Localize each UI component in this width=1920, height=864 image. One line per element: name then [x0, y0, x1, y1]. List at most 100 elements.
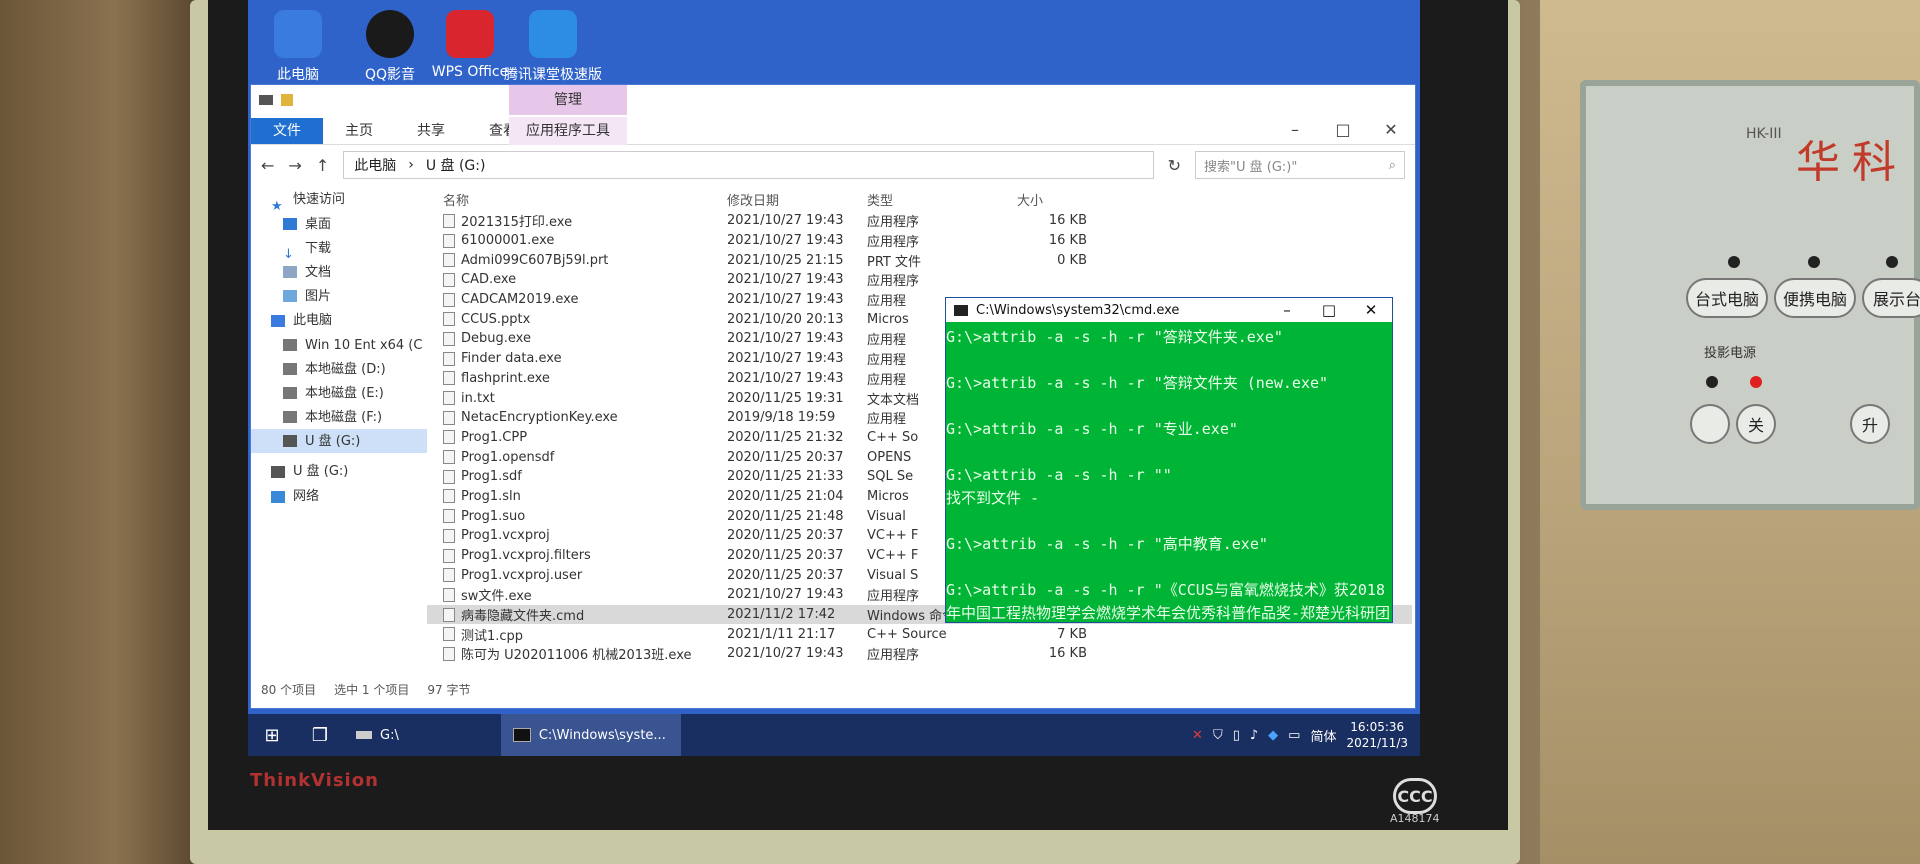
file-name: Admi099C607Bj59l.prt [461, 252, 609, 268]
tab-application-tools[interactable]: 应用程序工具 [509, 117, 627, 145]
wall-control-panel: HK-III 华科 台式电脑 便携电脑 展示台 投影电源 关 升 [1580, 80, 1920, 510]
nav-network[interactable]: 网络 [251, 484, 427, 509]
ime-indicator[interactable]: 简体 [1310, 726, 1336, 745]
file-size: 16 KB [1048, 213, 1087, 229]
forward-icon[interactable]: → [288, 156, 301, 175]
column-date[interactable]: 修改日期 [727, 190, 867, 209]
maximize-icon[interactable]: □ [1308, 301, 1350, 319]
breadcrumb-this-pc[interactable]: 此电脑 [354, 155, 396, 175]
panel-laptop-button[interactable]: 便携电脑 [1774, 278, 1856, 318]
file-row[interactable]: 测试1.cpp 2021/1/11 21:17 C++ Source 7 KB [427, 624, 1412, 644]
nav-downloads[interactable]: ↓ 下载 [251, 236, 427, 263]
nav-drive-d[interactable]: 本地磁盘 (D:) [251, 357, 427, 381]
file-date: 2021/10/27 19:43 [727, 292, 844, 308]
close-icon[interactable]: ✕ [1350, 301, 1392, 319]
nav-documents[interactable]: 文档 [251, 260, 427, 284]
column-type[interactable]: 类型 [867, 190, 1017, 209]
clock-date: 2021/11/3 [1346, 736, 1408, 750]
file-size: 16 KB [1048, 233, 1087, 249]
file-icon [443, 272, 455, 287]
refresh-icon[interactable]: ↻ [1168, 156, 1181, 175]
nav-usb-drive-g[interactable]: U 盘 (G:) [251, 429, 427, 453]
maximize-icon[interactable]: □ [1319, 115, 1367, 145]
clock[interactable]: 16:05:36 2021/11/3 [1346, 719, 1408, 751]
file-row[interactable]: Admi099C607Bj59l.prt 2021/10/25 21:15 PRT … [427, 250, 1412, 270]
desktop-icon-label: 腾讯课堂极速版 [504, 67, 602, 83]
up-icon[interactable]: ↑ [316, 156, 329, 175]
search-input[interactable]: 搜索"U 盘 (G:)" ⌕ [1195, 151, 1405, 179]
file-type: 应用程序 [867, 235, 920, 251]
file-size: 0 KB [1057, 252, 1087, 268]
minimize-icon[interactable]: – [1271, 115, 1319, 145]
nav-quick-access[interactable]: ★ 快速访问 [251, 187, 427, 214]
file-date: 2020/11/25 20:37 [727, 548, 844, 564]
drive-icon [283, 387, 297, 399]
nav-desktop[interactable]: 桌面 [251, 212, 427, 236]
taskbar-explorer[interactable]: G:\ [344, 714, 411, 756]
file-name: Finder data.exe [461, 351, 562, 367]
file-date: 2021/10/27 19:43 [727, 213, 844, 229]
drive-icon [283, 363, 297, 375]
file-name: 2021315打印.exe [461, 215, 573, 231]
back-icon[interactable]: ← [261, 156, 274, 175]
file-name-cell: CAD.exe [427, 272, 727, 287]
task-view-button[interactable]: ❐ [296, 714, 344, 756]
taskbar-cmd[interactable]: C:\Windows\syste... [500, 714, 681, 756]
file-name-cell: Prog1.sdf [427, 469, 727, 484]
file-icon [443, 528, 455, 543]
file-row[interactable]: 61000001.exe 2021/10/27 19:43 应用程序 16 KB [427, 231, 1412, 251]
nav-drive-f[interactable]: 本地磁盘 (F:) [251, 405, 427, 429]
breadcrumb-usb-drive[interactable]: U 盘 (G:) [426, 155, 486, 175]
volume-icon[interactable]: ♪ [1250, 728, 1258, 743]
network-warning-icon[interactable]: ✕ [1192, 728, 1203, 743]
cmd-line: G:\>attrib -a -s -h -r "答辩文件夹.exe" [946, 328, 1283, 346]
file-row[interactable]: 2021315打印.exe 2021/10/27 19:43 应用程序 16 KB [427, 211, 1412, 231]
panel-logo: HK-III [1746, 126, 1782, 142]
tab-home[interactable]: 主页 [323, 118, 395, 144]
lift-up-button[interactable]: 升 [1850, 404, 1890, 444]
file-date: 2020/11/25 21:33 [727, 469, 844, 485]
desktop-icon-this-pc[interactable]: 此电脑 [248, 10, 348, 84]
nav-pictures[interactable]: 图片 [251, 284, 427, 308]
chevron-right-icon: › [408, 157, 414, 173]
cmd-titlebar[interactable]: C:\Windows\system32\cmd.exe – □ ✕ [946, 298, 1392, 322]
column-name[interactable]: 名称 [427, 190, 727, 209]
close-icon[interactable]: ✕ [1367, 115, 1415, 145]
panel-desktop-button[interactable]: 台式电脑 [1686, 278, 1768, 318]
folder-icon[interactable] [281, 94, 293, 106]
panel-showcase-button[interactable]: 展示台 [1862, 278, 1920, 318]
nav-usb-drive-root[interactable]: U 盘 (G:) [251, 459, 427, 484]
file-date: 2020/11/25 21:32 [727, 429, 844, 445]
nav-label: 本地磁盘 (E:) [305, 385, 384, 401]
desktop-icon-tencent-class[interactable]: 腾讯课堂极速版 [503, 10, 603, 84]
file-name-cell: flashprint.exe [427, 371, 727, 386]
power-on-button[interactable] [1690, 404, 1730, 444]
address-bar[interactable]: 此电脑 › U 盘 (G:) [343, 151, 1154, 179]
nav-drive-c[interactable]: Win 10 Ent x64 (C [251, 333, 427, 357]
nav-drive-e[interactable]: 本地磁盘 (E:) [251, 381, 427, 405]
nav-label: 本地磁盘 (D:) [305, 361, 386, 377]
power-off-button[interactable]: 关 [1736, 404, 1776, 444]
terminal-icon [512, 728, 531, 742]
file-date: 2020/11/25 20:37 [727, 528, 844, 544]
file-icon [443, 587, 455, 602]
cmd-output[interactable]: G:\>attrib -a -s -h -r "答辩文件夹.exe" G:\>at… [946, 322, 1392, 622]
usb-icon[interactable]: ▯ [1233, 728, 1240, 743]
file-icon [443, 253, 455, 268]
tab-file[interactable]: 文件 [251, 118, 323, 144]
security-icon[interactable]: ◆ [1268, 728, 1278, 743]
column-size[interactable]: 大小 [1017, 190, 1087, 209]
tab-share[interactable]: 共享 [395, 118, 467, 144]
monitor-brand: ThinkVision [250, 770, 379, 791]
minimize-icon[interactable]: – [1266, 301, 1308, 319]
file-icon [443, 292, 455, 307]
start-button[interactable]: ⊞ [248, 714, 296, 756]
shield-icon[interactable]: ⛉ [1213, 728, 1223, 743]
file-row[interactable]: CAD.exe 2021/10/27 19:43 应用程序 [427, 270, 1412, 290]
tab-manage[interactable]: 管理 [509, 85, 627, 115]
file-row[interactable]: 陈可为 U202011006 机械2013班.exe 2021/10/27 19:… [427, 644, 1412, 664]
task-view-icon: ❐ [311, 724, 329, 746]
display-icon[interactable]: ▭ [1288, 728, 1300, 743]
nav-this-pc[interactable]: 此电脑 [251, 308, 427, 333]
file-date: 2021/10/20 20:13 [727, 311, 844, 327]
